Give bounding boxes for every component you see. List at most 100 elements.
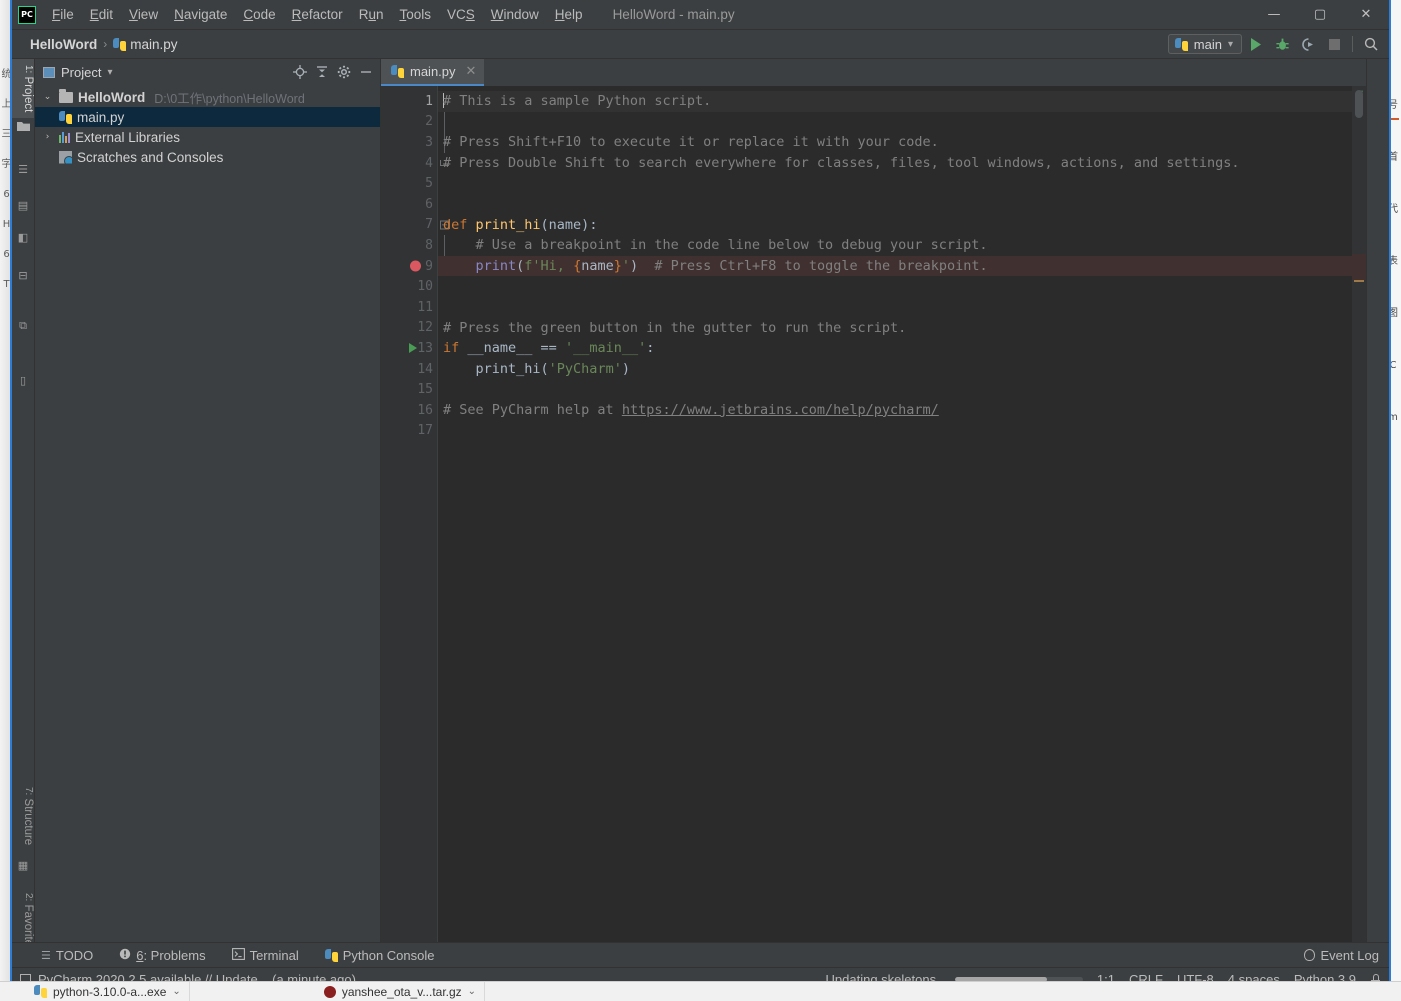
python-console-icon xyxy=(324,948,338,962)
chevron-down-icon[interactable]: ⌄ xyxy=(468,986,476,997)
run-button[interactable] xyxy=(1244,33,1268,55)
code-line-16[interactable]: # See PyCharm help at https://www.jetbra… xyxy=(438,400,1352,421)
run-configuration-selector[interactable]: main ▾ xyxy=(1167,34,1242,54)
maximize-button[interactable]: ▢ xyxy=(1297,0,1343,29)
code-line-17[interactable] xyxy=(438,421,1352,442)
editor-tab-label: main.py xyxy=(410,64,456,79)
stop-button[interactable] xyxy=(1322,33,1346,55)
token-kw: if xyxy=(443,340,468,357)
event-log-icon xyxy=(1304,949,1316,961)
debug-button[interactable] xyxy=(1270,33,1294,55)
code-line-10[interactable] xyxy=(438,276,1352,297)
minimize-button[interactable]: — xyxy=(1251,0,1297,29)
breadcrumb-project-label: HelloWord xyxy=(30,36,98,52)
line-number: 10 xyxy=(417,279,433,295)
gutter-line-3[interactable]: 3 xyxy=(381,132,445,153)
menu-run[interactable]: Run xyxy=(351,3,392,26)
gutter-line-7[interactable]: 7− xyxy=(381,215,449,236)
token-pl: __name__ == xyxy=(467,340,565,357)
menu-view[interactable]: View xyxy=(121,3,166,26)
toolwindow-terminal-label: Terminal xyxy=(249,947,299,963)
close-button[interactable]: ✕ xyxy=(1343,0,1389,29)
token-lnk[interactable]: https://www.jetbrains.com/help/pycharm/ xyxy=(622,402,939,418)
code-line-12[interactable]: # Press the green button in the gutter t… xyxy=(438,318,1352,339)
code-line-9[interactable]: print(f'Hi, {name}') # Press Ctrl+F8 to … xyxy=(438,255,1352,277)
error-stripe[interactable]: ✔ xyxy=(1352,86,1366,942)
search-everywhere-button[interactable] xyxy=(1359,33,1383,55)
locate-target-icon[interactable] xyxy=(290,62,310,82)
gutter-line-1[interactable]: 1− xyxy=(381,91,449,112)
gutter-line-8[interactable]: 8 xyxy=(381,235,445,256)
code-line-15[interactable] xyxy=(438,379,1352,400)
tree-node-mainpy[interactable]: main.py xyxy=(35,107,380,127)
breadcrumb-project[interactable]: HelloWord xyxy=(26,35,101,54)
code-line-3[interactable]: # Press Shift+F10 to execute it or repla… xyxy=(438,132,1352,153)
gutter-line-4[interactable]: 4 xyxy=(381,153,449,174)
editor-scrollbar-thumb[interactable] xyxy=(1355,90,1363,118)
code-line-6[interactable] xyxy=(438,194,1352,215)
menu-window[interactable]: Window xyxy=(483,3,547,26)
run-gutter-icon[interactable] xyxy=(409,343,417,354)
line-number: 15 xyxy=(417,382,433,398)
chevron-down-icon[interactable]: ⌄ xyxy=(172,986,180,997)
event-log-button[interactable]: Event Log xyxy=(1304,948,1379,963)
project-panel-title[interactable]: Project ▾ xyxy=(43,65,113,80)
run-with-coverage-button[interactable] xyxy=(1296,33,1320,55)
collapse-all-icon[interactable] xyxy=(312,62,332,82)
twisty-expanded-icon[interactable]: ⌄ xyxy=(41,92,54,102)
gutter-line-9[interactable]: 9 xyxy=(381,256,449,277)
menu-navigate[interactable]: Navigate xyxy=(166,3,235,26)
toolwindow-todo[interactable]: ☰ TODO xyxy=(38,946,96,965)
tree-node-external-libraries[interactable]: › External Libraries xyxy=(35,127,380,147)
menu-refactor[interactable]: Refactor xyxy=(284,3,351,26)
hide-panel-icon[interactable] xyxy=(356,62,376,82)
gutter-line-5[interactable]: 5 xyxy=(381,173,438,194)
code-line-14[interactable]: print_hi('PyCharm') xyxy=(438,359,1352,380)
toolbar-divider xyxy=(1352,36,1353,52)
menu-help[interactable]: Help xyxy=(547,3,591,26)
breakpoint-icon[interactable] xyxy=(410,260,421,272)
gutter-line-10[interactable]: 10 xyxy=(381,276,438,297)
code-line-11[interactable] xyxy=(438,297,1352,318)
menu-file[interactable]: FFileile xyxy=(44,3,82,26)
menu-edit[interactable]: Edit xyxy=(82,3,121,26)
gutter-line-15[interactable]: 15 xyxy=(381,379,438,400)
toolwindow-terminal[interactable]: Terminal xyxy=(229,946,302,965)
gutter-line-11[interactable]: 11 xyxy=(381,297,438,318)
close-icon[interactable]: ✕ xyxy=(466,64,477,79)
gutter-line-17[interactable]: 17 xyxy=(381,421,438,442)
sidebar-tab-project[interactable]: 1: Project xyxy=(12,59,34,119)
code-line-13[interactable]: if __name__ == '__main__': xyxy=(438,338,1352,359)
download-item-python[interactable]: python-3.10.0-a...exe ⌄ xyxy=(26,982,190,1001)
editor-gutter[interactable]: 1−234567−89 10 11121314 15 1617 xyxy=(381,86,449,942)
tree-node-helloword[interactable]: ⌄ HelloWord D:\0工作\python\HelloWord xyxy=(35,87,380,107)
gear-settings-icon[interactable] xyxy=(334,62,354,82)
tree-node-scratches[interactable]: Scratches and Consoles xyxy=(35,147,380,167)
gutter-line-2[interactable]: 2 xyxy=(381,111,445,133)
gutter-line-12[interactable]: 12 xyxy=(381,318,438,339)
download-item-yanshee[interactable]: yanshee_ota_v...tar.gz ⌄ xyxy=(316,982,486,1001)
gutter-line-14[interactable]: 14 xyxy=(381,359,438,380)
toolwindow-problems[interactable]: 6: Problems xyxy=(116,946,208,965)
code-line-1[interactable]: # This is a sample Python script. xyxy=(438,91,1352,112)
menu-tools[interactable]: Tools xyxy=(391,3,439,26)
menu-code[interactable]: Code xyxy=(235,3,283,26)
code-line-8[interactable]: # Use a breakpoint in the code line belo… xyxy=(438,235,1352,256)
breadcrumb-file[interactable]: main.py xyxy=(109,35,181,54)
project-title-label: Project xyxy=(61,64,102,80)
code-line-5[interactable] xyxy=(438,173,1352,194)
twisty-collapsed-icon[interactable]: › xyxy=(41,132,54,142)
gutter-line-6[interactable]: 6 xyxy=(381,194,438,215)
code-line-7[interactable]: def print_hi(name): xyxy=(438,215,1352,236)
pycharm-window: PC FFileile Edit View Navigate Code Refa… xyxy=(10,0,1391,993)
gutter-line-13[interactable]: 13 xyxy=(381,338,438,359)
sidebar-tab-structure[interactable]: 7: Structure xyxy=(12,781,34,851)
gutter-line-16[interactable]: 16 xyxy=(381,400,438,421)
code-line-2[interactable] xyxy=(438,112,1352,133)
toolwindow-python-console[interactable]: Python Console xyxy=(322,946,438,965)
code-editor[interactable]: 1−234567−89 10 11121314 15 1617 # This is a … xyxy=(381,86,1366,942)
menu-vcs[interactable]: VCS xyxy=(439,3,483,26)
editor-tab-mainpy[interactable]: main.py ✕ xyxy=(381,59,485,86)
code-line-4[interactable]: # Press Double Shift to search everywher… xyxy=(438,153,1352,174)
code-content[interactable]: # This is a sample Python script. # Pres… xyxy=(438,86,1352,942)
